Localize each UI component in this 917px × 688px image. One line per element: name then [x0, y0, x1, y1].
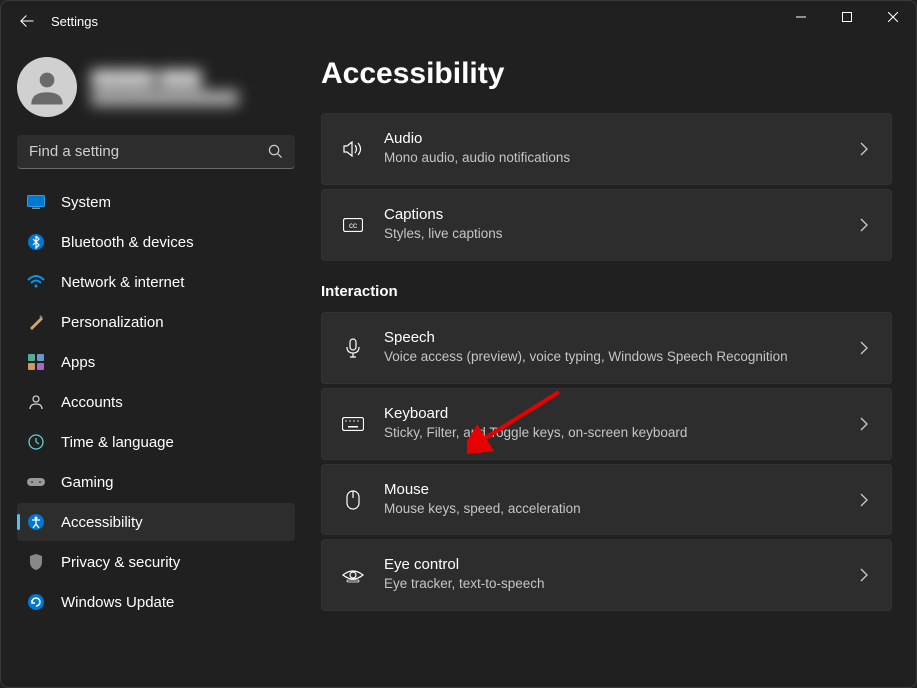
- person-icon: [26, 66, 68, 108]
- shield-icon: [27, 553, 45, 571]
- sidebar-item-personalization[interactable]: Personalization: [17, 303, 295, 341]
- sidebar-item-label: Time & language: [61, 434, 174, 451]
- sidebar-item-bluetooth[interactable]: Bluetooth & devices: [17, 223, 295, 261]
- setting-card-audio[interactable]: Audio Mono audio, audio notifications: [321, 113, 892, 185]
- person-outline-icon: [27, 393, 45, 411]
- sidebar-item-label: Gaming: [61, 474, 114, 491]
- svg-text:cc: cc: [349, 221, 357, 230]
- card-desc: Eye tracker, text-to-speech: [384, 575, 837, 594]
- search-input[interactable]: [29, 143, 268, 160]
- sidebar-item-label: Personalization: [61, 314, 164, 331]
- search-box[interactable]: [17, 135, 295, 169]
- sidebar-item-accessibility[interactable]: Accessibility: [17, 503, 295, 541]
- card-title: Eye control: [384, 556, 837, 573]
- gaming-icon: [27, 473, 45, 491]
- close-button[interactable]: [870, 1, 916, 33]
- card-desc: Mouse keys, speed, acceleration: [384, 500, 837, 519]
- card-title: Keyboard: [384, 405, 837, 422]
- card-title: Mouse: [384, 481, 837, 498]
- chevron-right-icon: [857, 568, 871, 582]
- maximize-button[interactable]: [824, 1, 870, 33]
- setting-card-mouse[interactable]: Mouse Mouse keys, speed, acceleration: [321, 464, 892, 536]
- keyboard-icon: [342, 417, 364, 431]
- accessibility-icon: [27, 513, 45, 531]
- card-desc: Voice access (preview), voice typing, Wi…: [384, 348, 837, 367]
- card-title: Captions: [384, 206, 837, 223]
- back-button[interactable]: [15, 9, 39, 33]
- app-title: Settings: [51, 14, 98, 29]
- minimize-icon: [796, 12, 806, 22]
- update-icon: [27, 593, 45, 611]
- sidebar-item-system[interactable]: System: [17, 183, 295, 221]
- sidebar-item-label: Windows Update: [61, 594, 174, 611]
- sidebar-item-label: Apps: [61, 354, 95, 371]
- sidebar-item-label: Accounts: [61, 394, 123, 411]
- card-title: Audio: [384, 130, 837, 147]
- close-icon: [888, 12, 898, 22]
- bluetooth-icon: [27, 233, 45, 251]
- user-section[interactable]: ██████ ████ ████████████████: [17, 53, 295, 135]
- card-desc: Styles, live captions: [384, 225, 837, 244]
- card-title: Speech: [384, 329, 837, 346]
- arrow-left-icon: [20, 14, 34, 28]
- sidebar-item-label: Accessibility: [61, 514, 143, 531]
- sidebar-item-update[interactable]: Windows Update: [17, 583, 295, 621]
- search-icon: [268, 144, 283, 159]
- mouse-icon: [342, 490, 364, 510]
- avatar: [17, 57, 77, 117]
- paintbrush-icon: [27, 313, 45, 331]
- chevron-right-icon: [857, 341, 871, 355]
- sidebar-item-apps[interactable]: Apps: [17, 343, 295, 381]
- eye-icon: [342, 567, 364, 583]
- setting-card-captions[interactable]: cc Captions Styles, live captions: [321, 189, 892, 261]
- sidebar-item-label: Network & internet: [61, 274, 184, 291]
- captions-icon: cc: [342, 218, 364, 232]
- maximize-icon: [842, 12, 852, 22]
- nav-list: System Bluetooth & devices Network & int…: [17, 183, 295, 621]
- sidebar-item-accounts[interactable]: Accounts: [17, 383, 295, 421]
- globe-clock-icon: [27, 433, 45, 451]
- section-header: Interaction: [321, 283, 892, 300]
- sidebar-item-privacy[interactable]: Privacy & security: [17, 543, 295, 581]
- page-title: Accessibility: [321, 57, 892, 91]
- chevron-right-icon: [857, 417, 871, 431]
- sidebar-item-label: Bluetooth & devices: [61, 234, 194, 251]
- setting-card-keyboard[interactable]: Keyboard Sticky, Filter, and Toggle keys…: [321, 388, 892, 460]
- monitor-icon: [27, 193, 45, 211]
- sidebar-item-time[interactable]: Time & language: [17, 423, 295, 461]
- user-info: ██████ ████ ████████████████: [91, 70, 281, 105]
- card-desc: Sticky, Filter, and Toggle keys, on-scre…: [384, 424, 837, 443]
- sidebar-item-label: System: [61, 194, 111, 211]
- apps-icon: [27, 353, 45, 371]
- speaker-icon: [342, 141, 364, 157]
- setting-card-eyecontrol[interactable]: Eye control Eye tracker, text-to-speech: [321, 539, 892, 611]
- microphone-icon: [342, 338, 364, 358]
- sidebar-item-network[interactable]: Network & internet: [17, 263, 295, 301]
- titlebar: Settings: [1, 1, 916, 41]
- setting-card-speech[interactable]: Speech Voice access (preview), voice typ…: [321, 312, 892, 384]
- chevron-right-icon: [857, 493, 871, 507]
- sidebar-item-label: Privacy & security: [61, 554, 180, 571]
- window-controls: [778, 1, 916, 33]
- wifi-icon: [27, 273, 45, 291]
- chevron-right-icon: [857, 142, 871, 156]
- sidebar-item-gaming[interactable]: Gaming: [17, 463, 295, 501]
- card-desc: Mono audio, audio notifications: [384, 149, 837, 168]
- minimize-button[interactable]: [778, 1, 824, 33]
- chevron-right-icon: [857, 218, 871, 232]
- main-content[interactable]: Accessibility Audio Mono audio, audio no…: [311, 41, 916, 687]
- sidebar: ██████ ████ ████████████████ System Blue…: [1, 41, 311, 687]
